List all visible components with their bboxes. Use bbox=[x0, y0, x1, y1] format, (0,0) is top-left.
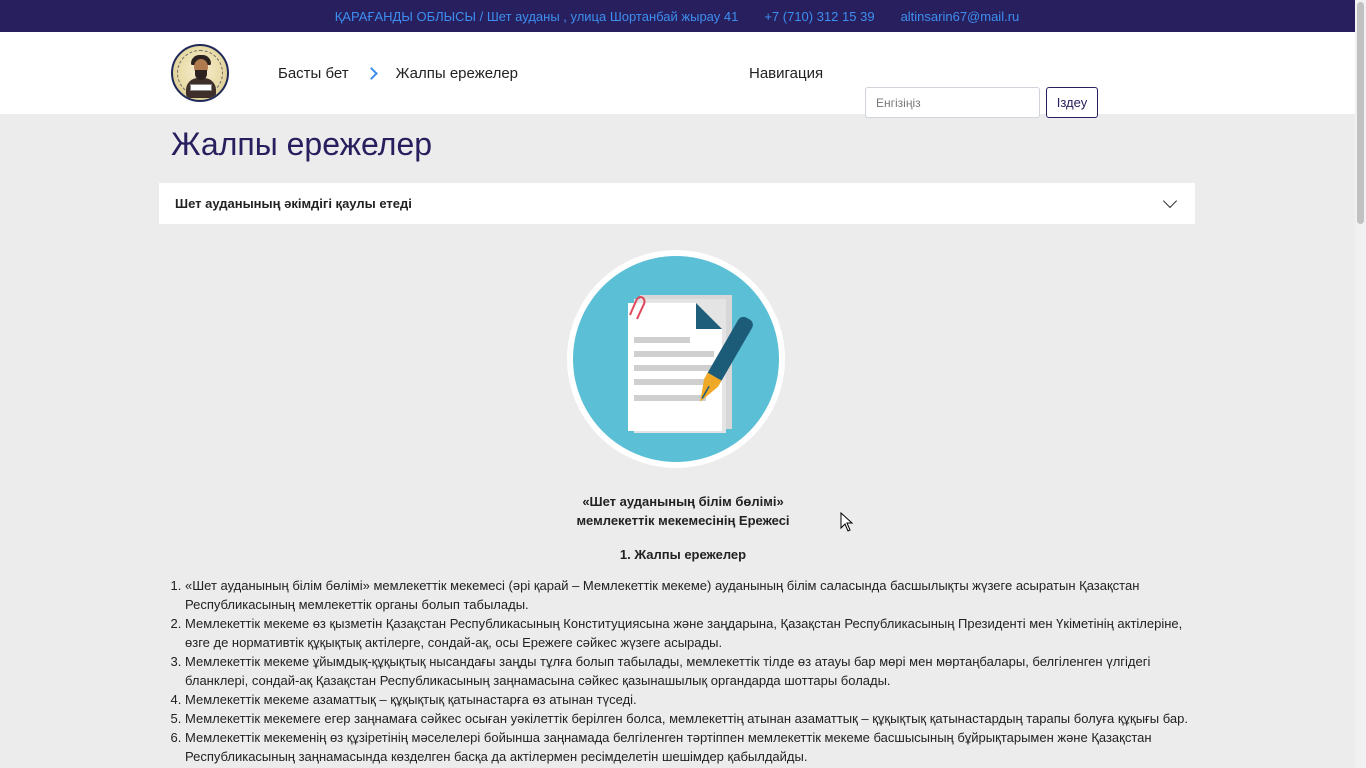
address-link[interactable]: ҚАРАҒАНДЫ ОБЛЫСЫ / Шет ауданы , улица Шо… bbox=[335, 9, 739, 24]
top-contact-bar: ҚАРАҒАНДЫ ОБЛЫСЫ / Шет ауданы , улица Шо… bbox=[0, 0, 1366, 32]
logo-book bbox=[190, 84, 212, 91]
email-link[interactable]: altinsarin67@mail.ru bbox=[901, 9, 1020, 24]
accordion-label: Шет ауданының әкімдігі қаулы етеді bbox=[175, 196, 412, 211]
list-item: Мемлекеттік мекеменің өз құзіретінің мәс… bbox=[185, 728, 1199, 766]
text-line bbox=[634, 337, 690, 343]
school-logo[interactable] bbox=[171, 44, 229, 102]
chevron-down-icon[interactable] bbox=[1162, 193, 1178, 209]
navigation-link[interactable]: Навигация bbox=[749, 32, 823, 114]
page-scrollbar[interactable] bbox=[1355, 0, 1366, 768]
list-item: Мемлекеттік мекемеге егер заңнамаға сәйк… bbox=[185, 709, 1199, 728]
mouse-cursor-icon bbox=[840, 512, 854, 532]
phone-link[interactable]: +7 (710) 312 15 39 bbox=[764, 9, 874, 24]
list-item: Мемлекеттік мекеме ұйымдық-құқықтық ныса… bbox=[185, 652, 1199, 690]
section-heading: 1. Жалпы ережелер bbox=[619, 547, 747, 562]
document-pen-illustration bbox=[567, 250, 785, 468]
search-input[interactable] bbox=[865, 87, 1040, 118]
list-item: Мемлекеттік мекеме өз қызметін Қазақстан… bbox=[185, 614, 1199, 652]
document-title-line2: мемлекеттік мекемесінің Ережесі bbox=[576, 513, 790, 528]
breadcrumb-home-link[interactable]: Басты бет bbox=[278, 65, 349, 82]
scrollbar-thumb[interactable] bbox=[1357, 2, 1364, 224]
text-line bbox=[634, 395, 706, 401]
chevron-right-icon bbox=[364, 66, 378, 80]
document-title-line1: «Шет ауданының білім бөлімі» bbox=[582, 494, 784, 509]
list-item: Мемлекеттік мекеме азаматтық – құқықтық … bbox=[185, 690, 1199, 709]
decree-accordion[interactable]: Шет ауданының әкімдігі қаулы етеді bbox=[159, 183, 1195, 224]
page-title: Жалпы ережелер bbox=[171, 126, 433, 162]
search-button[interactable]: Іздеу bbox=[1046, 87, 1098, 118]
rules-list: «Шет ауданының білім бөлімі» мемлекеттік… bbox=[169, 576, 1199, 766]
text-line bbox=[634, 365, 714, 371]
list-item: «Шет ауданының білім бөлімі» мемлекеттік… bbox=[185, 576, 1199, 614]
breadcrumb-current: Жалпы ережелер bbox=[395, 64, 519, 82]
site-header: Басты бет Жалпы ережелер Навигация Іздеу bbox=[0, 32, 1366, 118]
text-line bbox=[634, 379, 714, 385]
text-line bbox=[634, 351, 714, 357]
breadcrumb: Басты бет Жалпы ережелер bbox=[278, 32, 518, 114]
